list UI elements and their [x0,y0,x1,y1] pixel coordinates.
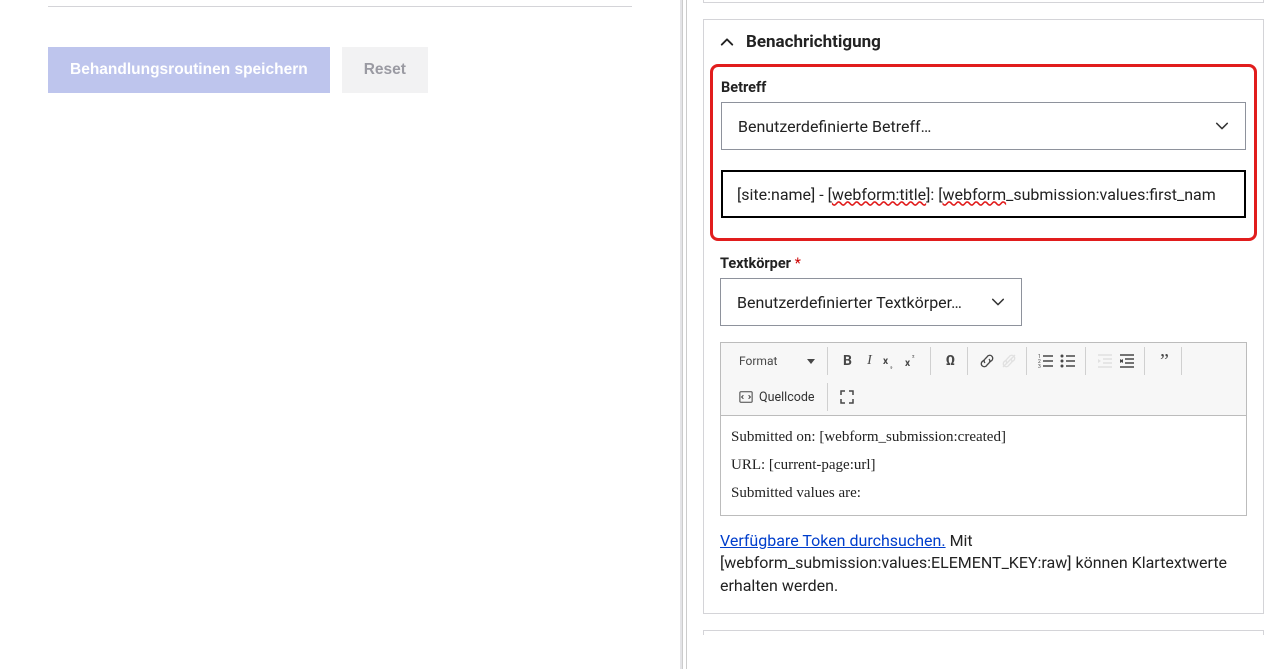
body-select[interactable]: Benutzerdefinierter Textkörper… [720,278,1022,326]
italic-button[interactable]: I [858,350,880,372]
svg-text:₂: ₂ [890,362,893,369]
button-row: Behandlungsroutinen speichern Reset [48,47,632,93]
caret-down-icon [807,359,815,364]
maximize-button[interactable] [836,386,858,408]
save-button[interactable]: Behandlungsroutinen speichern [48,47,330,93]
notification-panel: Benachrichtigung Betreff Benutzerdefinie… [703,19,1264,614]
svg-text:²: ² [912,354,915,362]
chevron-down-icon [1215,119,1229,133]
body-label: Textkörper * [720,255,1247,272]
indent-button[interactable] [1116,350,1138,372]
subject-label: Betreff [721,79,1246,96]
svg-text:x: x [905,358,911,369]
superscript-button[interactable]: x² [902,350,924,372]
outdent-button [1094,350,1116,372]
body-select-value: Benutzerdefinierter Textkörper… [737,293,981,312]
special-char-button[interactable]: Ω [939,350,961,372]
token-browse-link[interactable]: Verfügbare Token durchsuchen. [720,531,946,550]
right-column: Benachrichtigung Betreff Benutzerdefinie… [687,0,1280,669]
unordered-list-button[interactable] [1057,350,1079,372]
notification-panel-title: Benachrichtigung [746,32,881,52]
source-button[interactable]: Quellcode [733,390,821,405]
divider [48,6,632,7]
format-dropdown[interactable]: Format [733,354,821,368]
notification-panel-body: Betreff Benutzerdefinierte Betreff… [sit… [704,64,1263,613]
preceding-panel-edge [703,0,1264,3]
subject-custom-input[interactable]: [site:name] - [webform:title]: [webform_… [721,170,1246,218]
ordered-list-button[interactable]: 123 [1035,350,1057,372]
following-panel-edge [703,630,1264,635]
subscript-button[interactable]: x₂ [880,350,902,372]
editor-body[interactable]: Submitted on: [webform_submission:create… [720,416,1247,516]
unlink-button [998,350,1020,372]
editor-line: Submitted values are: [731,480,1236,508]
required-asterisk: * [791,255,801,272]
chevron-up-icon [720,35,734,49]
editor-line: URL: [current-page:url] [731,452,1236,480]
reset-button[interactable]: Reset [342,47,428,93]
editor-line: Submitted on: [webform_submission:create… [731,424,1236,452]
subject-highlight-box: Betreff Benutzerdefinierte Betreff… [sit… [710,64,1257,241]
svg-text:x: x [883,356,889,367]
subject-select-value: Benutzerdefinierte Betreff… [738,117,1205,136]
token-help-text: Verfügbare Token durchsuchen. Mit [webfo… [720,530,1247,597]
source-icon [739,390,753,404]
blockquote-button[interactable]: ” [1153,350,1175,372]
notification-panel-header[interactable]: Benachrichtigung [704,20,1263,64]
svg-text:3: 3 [1038,364,1041,369]
link-button[interactable] [976,350,998,372]
left-column: Behandlungsroutinen speichern Reset [0,0,680,669]
editor-toolbar: Format B I x₂ x² Ω [720,342,1247,416]
subject-select[interactable]: Benutzerdefinierte Betreff… [721,102,1246,150]
chevron-down-icon [991,295,1005,309]
bold-button[interactable]: B [836,350,858,372]
